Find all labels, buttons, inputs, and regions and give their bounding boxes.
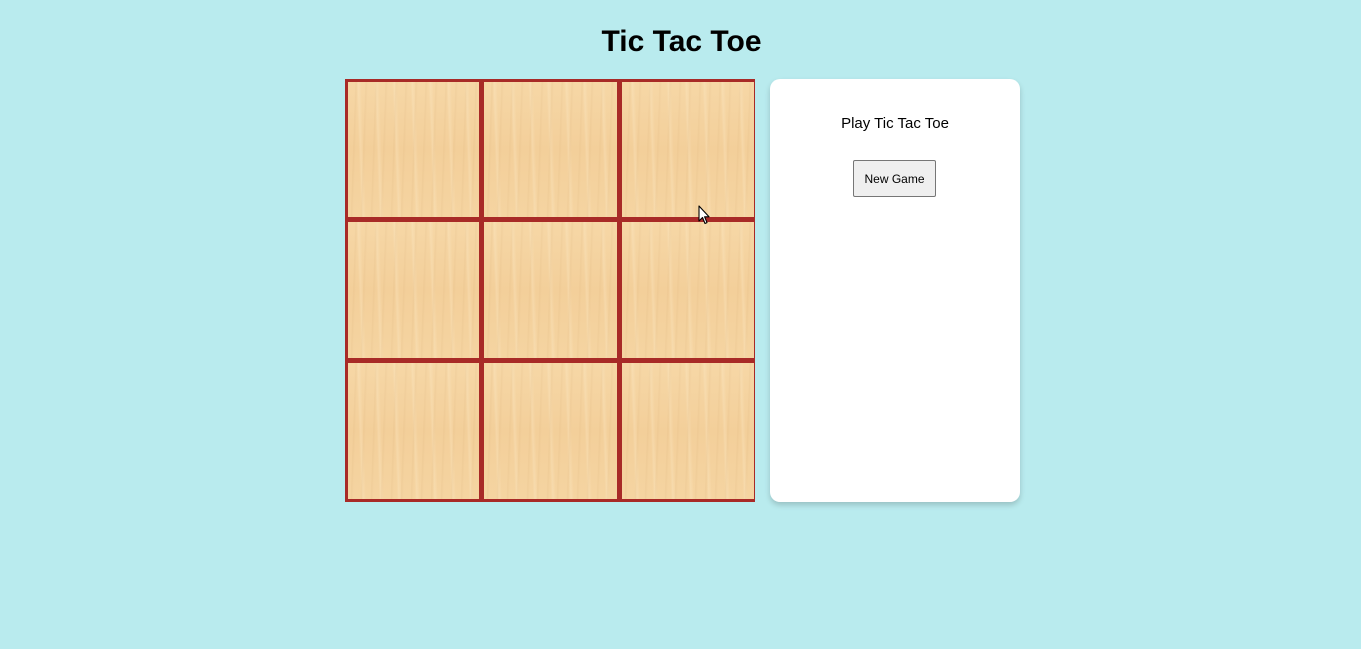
cell-mark — [348, 222, 479, 358]
board-cell-9[interactable] — [622, 363, 754, 499]
cell-mark — [484, 222, 617, 358]
game-board — [345, 79, 755, 502]
board-cell-1[interactable] — [348, 82, 479, 217]
cell-mark — [484, 363, 617, 499]
cell-mark — [622, 363, 754, 499]
board-cell-3[interactable] — [622, 82, 754, 217]
page-title: Tic Tac Toe — [601, 25, 762, 58]
new-game-button[interactable]: New Game — [853, 160, 936, 197]
board-cell-5[interactable] — [484, 222, 617, 358]
board-cell-7[interactable] — [348, 363, 479, 499]
game-status-text: Play Tic Tac Toe — [841, 115, 949, 132]
cell-mark — [622, 82, 754, 217]
board-cell-6[interactable] — [622, 222, 754, 358]
cell-mark — [484, 82, 617, 217]
cell-mark — [348, 82, 479, 217]
cell-mark — [348, 363, 479, 499]
board-cell-2[interactable] — [484, 82, 617, 217]
game-info-panel: Play Tic Tac Toe New Game — [770, 79, 1020, 502]
cell-mark — [622, 222, 754, 358]
board-cell-4[interactable] — [348, 222, 479, 358]
board-cell-8[interactable] — [484, 363, 617, 499]
